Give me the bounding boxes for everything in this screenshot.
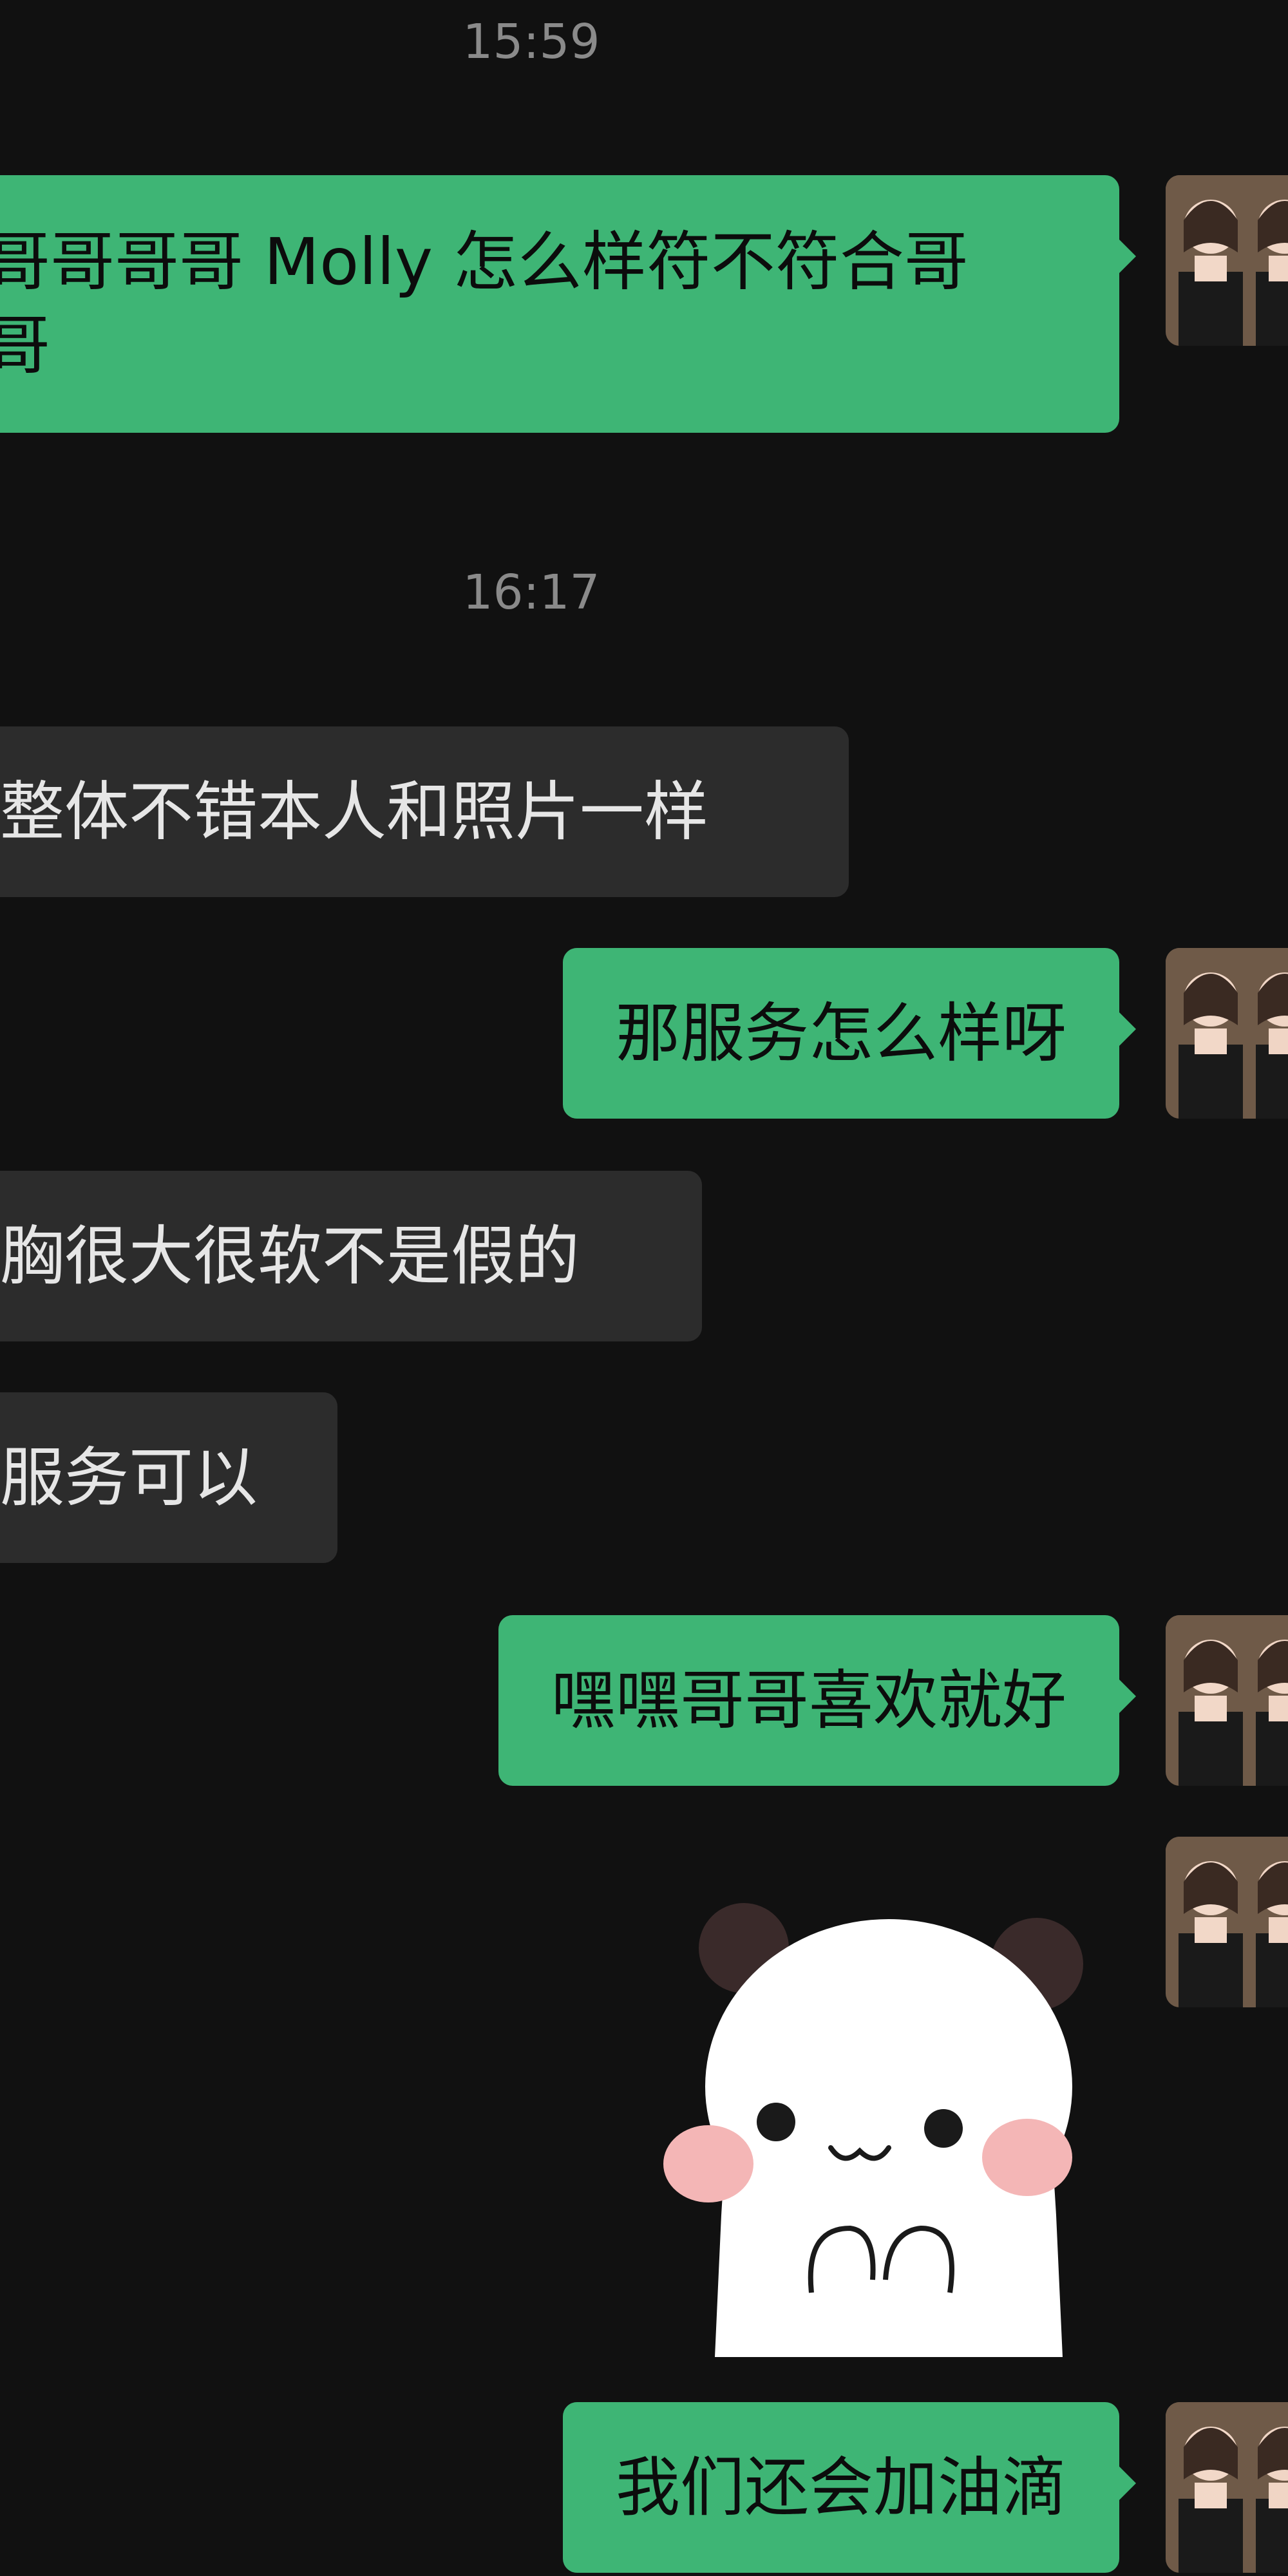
panda-sticker[interactable] [657, 1893, 1121, 2357]
avatar-photo-icon [1166, 1615, 1288, 1786]
outgoing-message[interactable]: 嘿嘿哥哥喜欢就好 [498, 1615, 1136, 1786]
avatar-photo-icon [1166, 1837, 1288, 2007]
user-avatar[interactable] [1166, 948, 1288, 1119]
chat-view: 15:59 哥哥哥哥 Molly 怎么样符不符合哥 哥 16:17 整体不错本人… [0, 0, 1288, 2576]
timestamp: 15:59 [462, 14, 600, 70]
user-avatar[interactable] [1166, 1837, 1288, 2007]
user-avatar[interactable] [1166, 1615, 1288, 1786]
panda-sticker-icon [663, 1903, 1083, 2357]
avatar-photo-icon [1166, 948, 1288, 1119]
message-text: 哥 [0, 308, 50, 383]
incoming-message[interactable]: 服务可以 [0, 1392, 337, 1563]
outgoing-message[interactable]: 我们还会加油滴 [563, 2402, 1136, 2573]
message-text: 整体不错本人和照片一样 [0, 774, 708, 849]
outgoing-message[interactable]: 哥哥哥哥 Molly 怎么样符不符合哥 哥 [0, 175, 1136, 433]
avatar-photo-icon [1166, 2402, 1288, 2573]
message-text: 那服务怎么样呀 [616, 996, 1066, 1071]
message-text: 嘿嘿哥哥喜欢就好 [551, 1663, 1066, 1738]
user-avatar[interactable] [1166, 2402, 1288, 2573]
message-text: 服务可以 [0, 1440, 258, 1515]
outgoing-message[interactable]: 那服务怎么样呀 [563, 948, 1136, 1119]
message-text: 我们还会加油滴 [616, 2450, 1066, 2525]
incoming-message[interactable]: 胸很大很软不是假的 [0, 1171, 702, 1341]
message-text: 胸很大很软不是假的 [0, 1218, 580, 1294]
user-avatar[interactable] [1166, 175, 1288, 346]
incoming-message[interactable]: 整体不错本人和照片一样 [0, 726, 849, 897]
message-text: 哥哥哥哥 Molly 怎么样符不符合哥 [0, 224, 969, 299]
avatar-photo-icon [1166, 175, 1288, 346]
timestamp: 16:17 [462, 565, 600, 620]
